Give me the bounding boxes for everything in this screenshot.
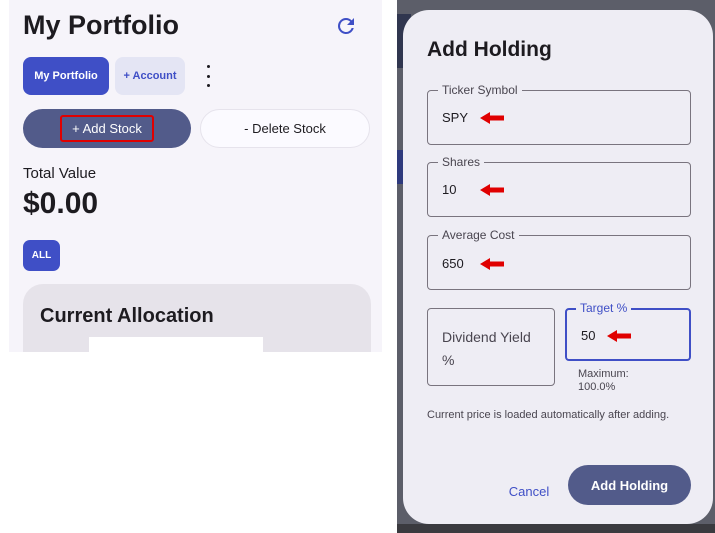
dividend-yield-field[interactable]: Dividend Yield % (427, 308, 555, 386)
add-holding-dialog: Add Holding Ticker Symbol SPY Shares 10 … (403, 10, 713, 524)
total-value: $0.00 (23, 187, 99, 220)
average-cost-field[interactable]: Average Cost 650 (427, 228, 691, 290)
add-holding-button[interactable]: Add Holding (568, 465, 691, 505)
add-stock-button[interactable]: + Add Stock (23, 109, 191, 148)
page-title: My Portfolio (23, 10, 179, 40)
add-stock-label: + Add Stock (60, 115, 154, 142)
filter-all-button[interactable]: ALL (23, 240, 60, 271)
target-percent-field[interactable]: Target % 50 (565, 301, 691, 361)
allocation-title: Current Allocation (40, 305, 214, 327)
target-percent-label: Target % (576, 301, 632, 316)
red-arrow-icon (480, 184, 504, 196)
dividend-yield-placeholder: Dividend Yield % (442, 329, 531, 368)
allocation-card: Current Allocation (23, 284, 371, 352)
add-holding-screen: Add Holding Ticker Symbol SPY Shares 10 … (397, 0, 715, 533)
target-percent-value: 50 (581, 328, 596, 343)
allocation-chart-area (89, 337, 263, 352)
dialog-title: Add Holding (427, 38, 552, 61)
ticker-symbol-field[interactable]: Ticker Symbol SPY (427, 83, 691, 145)
price-note: Current price is loaded automatically af… (427, 409, 670, 421)
red-arrow-icon (480, 112, 504, 124)
tab-my-portfolio[interactable]: My Portfolio (23, 57, 109, 95)
average-cost-label: Average Cost (438, 228, 519, 243)
target-helper-text: Maximum: 100.0% (578, 368, 629, 393)
red-arrow-icon (607, 330, 631, 342)
average-cost-value: 650 (442, 256, 464, 271)
add-account-button[interactable]: + Account (115, 57, 185, 95)
red-arrow-icon (480, 258, 504, 270)
ticker-symbol-label: Ticker Symbol (438, 83, 522, 98)
shares-label: Shares (438, 155, 485, 170)
ticker-symbol-value: SPY (442, 110, 469, 125)
shares-value: 10 (442, 182, 457, 197)
more-vert-icon[interactable] (204, 65, 212, 87)
delete-stock-button[interactable]: - Delete Stock (200, 109, 370, 148)
background-fragment (397, 524, 715, 533)
cancel-button[interactable]: Cancel (499, 476, 559, 506)
shares-field[interactable]: Shares 10 (427, 155, 691, 217)
portfolio-screen: My Portfolio My Portfolio + Account + Ad… (9, 0, 382, 352)
refresh-icon[interactable] (334, 14, 358, 38)
total-value-label: Total Value (23, 165, 97, 182)
